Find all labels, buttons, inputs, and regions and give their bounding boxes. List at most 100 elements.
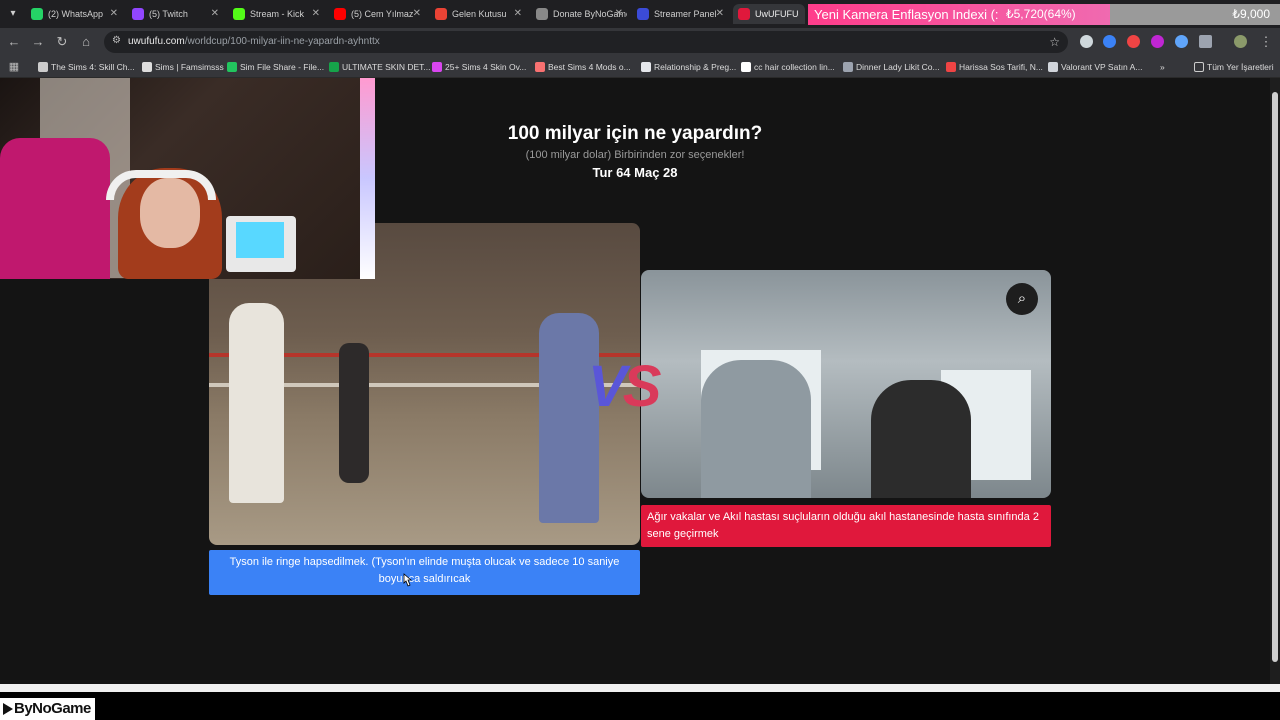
stream-bottom-bar	[0, 692, 1280, 720]
bynogame-logo: ByNoGame	[0, 698, 95, 720]
apps-grid-icon[interactable]: ▦	[4, 57, 24, 77]
menu-kebab-icon[interactable]: ⋮	[1256, 32, 1276, 52]
all-bookmarks-label: Tüm Yer İşaretleri	[1207, 62, 1274, 72]
tab-search-icon[interactable]: ▾	[4, 4, 22, 24]
tab-donate[interactable]: Donate ByNoGame ✕	[531, 4, 627, 24]
tab-twitch[interactable]: (5) Twitch ✕	[127, 4, 223, 24]
reload-icon[interactable]: ↻	[52, 32, 72, 52]
bookmark-star-icon[interactable]: ☆	[1049, 31, 1060, 53]
bookmark-favicon-icon	[535, 62, 545, 72]
bookmark-item[interactable]: ULTIMATE SKIN DET...	[329, 56, 430, 78]
site-info-icon[interactable]: ⚙	[112, 34, 126, 48]
tab-label: Gelen Kutusu	[452, 9, 507, 19]
youtube-icon	[334, 8, 346, 20]
bookmark-favicon-icon	[227, 62, 237, 72]
tab-kick[interactable]: Stream - Kick ✕	[228, 4, 324, 24]
bookmark-label: 25+ Sims 4 Skin Ov...	[445, 62, 527, 72]
headphones	[106, 170, 216, 200]
person-figure	[339, 343, 369, 483]
download-icon[interactable]	[1175, 35, 1188, 48]
all-bookmarks-folder[interactable]: Tüm Yer İşaretleri	[1194, 56, 1274, 78]
url-path: /worldcup/100-milyar-iin-ne-yapardn-ayhn…	[184, 36, 380, 47]
extension-icon[interactable]	[1103, 35, 1116, 48]
bookmark-favicon-icon	[329, 62, 339, 72]
close-icon[interactable]: ✕	[312, 4, 320, 24]
home-icon[interactable]: ⌂	[76, 32, 96, 52]
address-bar[interactable]: ⚙ uwufufu.com/worldcup/100-milyar-iin-ne…	[104, 31, 1068, 53]
bookmark-item[interactable]: Sims | Famsimsss	[142, 56, 224, 78]
bookmark-item[interactable]: The Sims 4: Skill Ch...	[38, 56, 135, 78]
puzzle-icon[interactable]	[1199, 35, 1212, 48]
bookmark-favicon-icon	[38, 62, 48, 72]
bookmark-favicon-icon	[432, 62, 442, 72]
close-icon[interactable]: ✕	[514, 4, 522, 24]
bookmark-label: Dinner Lady Likit Co...	[856, 62, 940, 72]
gaming-chair	[0, 138, 110, 279]
donate-icon	[536, 8, 548, 20]
more-bookmarks-icon[interactable]: »	[1160, 56, 1165, 78]
browser-toolbar: ← → ↻ ⌂ ⚙ uwufufu.com/worldcup/100-milya…	[0, 28, 1280, 56]
tab-label: (5) Cem Yılmaz	[351, 9, 414, 19]
close-icon[interactable]: ✕	[211, 4, 219, 24]
tab-bar: ▾ (2) WhatsApp ✕ (5) Twitch ✕ Stream - Kic…	[0, 0, 1280, 28]
left-choice-button[interactable]: Tyson ile ringe hapsedilmek. (Tyson'ın e…	[209, 550, 640, 595]
extension-icon[interactable]	[1151, 35, 1164, 48]
uwufufu-icon	[738, 8, 750, 20]
kick-icon	[233, 8, 245, 20]
bookmark-item[interactable]: Harissa Sos Tarifi, N...	[946, 56, 1043, 78]
bookmark-item[interactable]: 25+ Sims 4 Skin Ov...	[432, 56, 526, 78]
donation-goal-overlay: Yeni Kamera Enflasyon Indexi (: ₺5,720(6…	[808, 4, 1280, 25]
tab-youtube[interactable]: (5) Cem Yılmaz ✕	[329, 4, 425, 24]
tab-label: (5) Twitch	[149, 9, 188, 19]
bookmark-item[interactable]: Dinner Lady Likit Co...	[843, 56, 940, 78]
webcam-border	[360, 78, 375, 279]
right-choice-image[interactable]	[641, 270, 1051, 498]
tab-gmail[interactable]: Gelen Kutusu ✕	[430, 4, 526, 24]
right-choice-button[interactable]: Ağır vakalar ve Akıl hastası suçluların …	[641, 505, 1051, 547]
tab-uwufufu[interactable]: UwUFUFU	[733, 4, 805, 24]
logo-text: ByNoGame	[14, 700, 91, 717]
shield-extension-icon[interactable]	[1080, 35, 1093, 48]
vs-v: V	[588, 354, 627, 419]
close-icon[interactable]: ✕	[615, 4, 623, 24]
avatar[interactable]	[1234, 35, 1247, 48]
tab-label: Stream - Kick	[250, 9, 305, 19]
bookmark-item[interactable]: Best Sims 4 Mods o...	[535, 56, 631, 78]
forward-icon[interactable]: →	[28, 32, 48, 52]
vs-badge: VS	[588, 353, 662, 420]
boxer-figure	[229, 303, 284, 503]
bookmark-label: Best Sims 4 Mods o...	[548, 62, 631, 72]
tab-label: Streamer Panel	[654, 9, 717, 19]
donation-current: ₺5,720(64%)	[1006, 7, 1076, 21]
bookmark-favicon-icon	[1048, 62, 1058, 72]
bookmark-item[interactable]: Sim File Share - File...	[227, 56, 324, 78]
folder-icon	[1194, 62, 1204, 72]
bookmark-favicon-icon	[741, 62, 751, 72]
patient-figure	[701, 360, 811, 498]
bookmark-favicon-icon	[641, 62, 651, 72]
webcam-overlay	[0, 78, 360, 279]
bookmark-item[interactable]: Relationship & Preg...	[641, 56, 736, 78]
tab-whatsapp[interactable]: (2) WhatsApp ✕	[26, 4, 122, 24]
scrollbar-thumb[interactable]	[1272, 92, 1278, 662]
hand-cursor-icon	[403, 573, 412, 587]
horizontal-scrollbar[interactable]	[0, 684, 1280, 692]
zoom-icon[interactable]: ⌕	[1006, 283, 1038, 315]
donation-goal-label: Yeni Kamera Enflasyon Indexi (:	[814, 7, 999, 22]
vs-s: S	[622, 354, 662, 419]
vertical-scrollbar[interactable]	[1270, 78, 1280, 684]
close-icon[interactable]: ✕	[110, 4, 118, 24]
back-icon[interactable]: ←	[4, 32, 24, 52]
bookmark-item[interactable]: Valorant VP Satın A...	[1048, 56, 1142, 78]
bookmark-favicon-icon	[946, 62, 956, 72]
bookmark-label: The Sims 4: Skill Ch...	[51, 62, 135, 72]
bookmark-label: Valorant VP Satın A...	[1061, 62, 1143, 72]
bookmark-label: Sim File Share - File...	[240, 62, 325, 72]
close-icon[interactable]: ✕	[413, 4, 421, 24]
bookmark-item[interactable]: cc hair collection lin...	[741, 56, 835, 78]
tab-streamer-panel[interactable]: Streamer Panel ✕	[632, 4, 728, 24]
close-icon[interactable]: ✕	[716, 4, 724, 24]
bookmark-label: Sims | Famsimsss	[155, 62, 224, 72]
bookmark-label: Harissa Sos Tarifi, N...	[959, 62, 1043, 72]
extension-icon[interactable]	[1127, 35, 1140, 48]
